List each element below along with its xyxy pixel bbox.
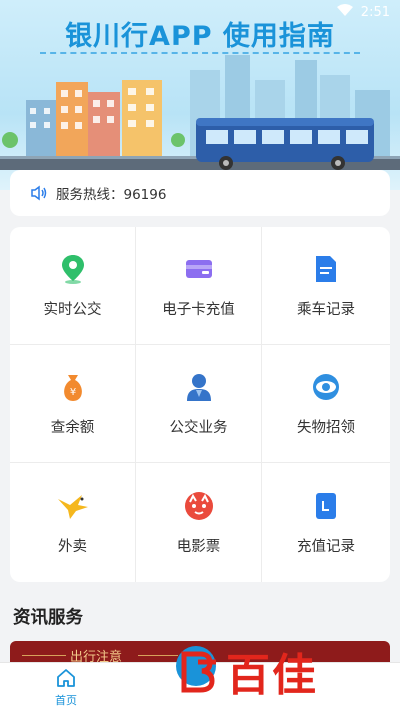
banner-decor-line	[138, 655, 178, 656]
banner-decor-line	[22, 655, 66, 656]
watermark-text: 百佳	[226, 650, 318, 701]
service-bus-business[interactable]: 公交业务	[136, 345, 262, 463]
watermark-logo: 百佳	[180, 636, 390, 706]
card-wallet-icon	[182, 252, 216, 286]
service-topup-records[interactable]: 充值记录	[262, 463, 390, 582]
hotline-text: 服务热线：96196	[56, 187, 167, 203]
service-ecard-topup[interactable]: 电子卡充值	[136, 227, 262, 345]
service-label: 查余额	[50, 420, 95, 436]
service-takeout[interactable]: 外卖	[10, 463, 136, 582]
service-realtime-bus[interactable]: 实时公交	[10, 227, 136, 345]
service-person-icon	[182, 370, 216, 404]
cat-face-icon	[182, 489, 216, 523]
nav-home-label: 首页	[55, 694, 77, 707]
service-hotline[interactable]: 服务热线：96196	[10, 170, 390, 216]
service-label: 乘车记录	[297, 302, 355, 318]
service-grid: 实时公交 电子卡充值 乘车记录 ¥ 查余额 公交业务 失物招领 外卖 电影票 充…	[10, 227, 390, 582]
service-label: 失物招领	[297, 420, 355, 436]
watermark-mark-icon	[181, 651, 216, 693]
news-section-title: 资讯服务	[13, 608, 83, 628]
service-label: 电子卡充值	[162, 302, 235, 318]
banner-title: 银川行APP 使用指南	[65, 21, 335, 52]
service-ride-records[interactable]: 乘车记录	[262, 227, 390, 345]
document-icon	[309, 252, 343, 286]
service-label: 公交业务	[169, 420, 228, 436]
service-movie-tickets[interactable]: 电影票	[136, 463, 262, 582]
title-divider	[40, 52, 360, 54]
delivery-bird-icon	[56, 489, 90, 523]
service-label: 充值记录	[297, 539, 355, 555]
eye-icon	[309, 370, 343, 404]
service-lost-found[interactable]: 失物招领	[262, 345, 390, 463]
speaker-icon	[30, 185, 48, 201]
money-bag-icon: ¥	[56, 370, 90, 404]
service-label: 电影票	[176, 539, 221, 555]
service-check-balance[interactable]: ¥ 查余额	[10, 345, 136, 463]
svg-text:¥: ¥	[69, 387, 75, 398]
service-label: 外卖	[58, 539, 87, 555]
service-label: 实时公交	[43, 302, 102, 318]
header-banner: 2:51 银川行APP 使用指南	[0, 0, 400, 190]
map-pin-icon	[56, 252, 90, 286]
nav-home[interactable]: 首页	[26, 667, 106, 708]
home-icon	[55, 667, 77, 692]
receipt-icon	[309, 489, 343, 523]
